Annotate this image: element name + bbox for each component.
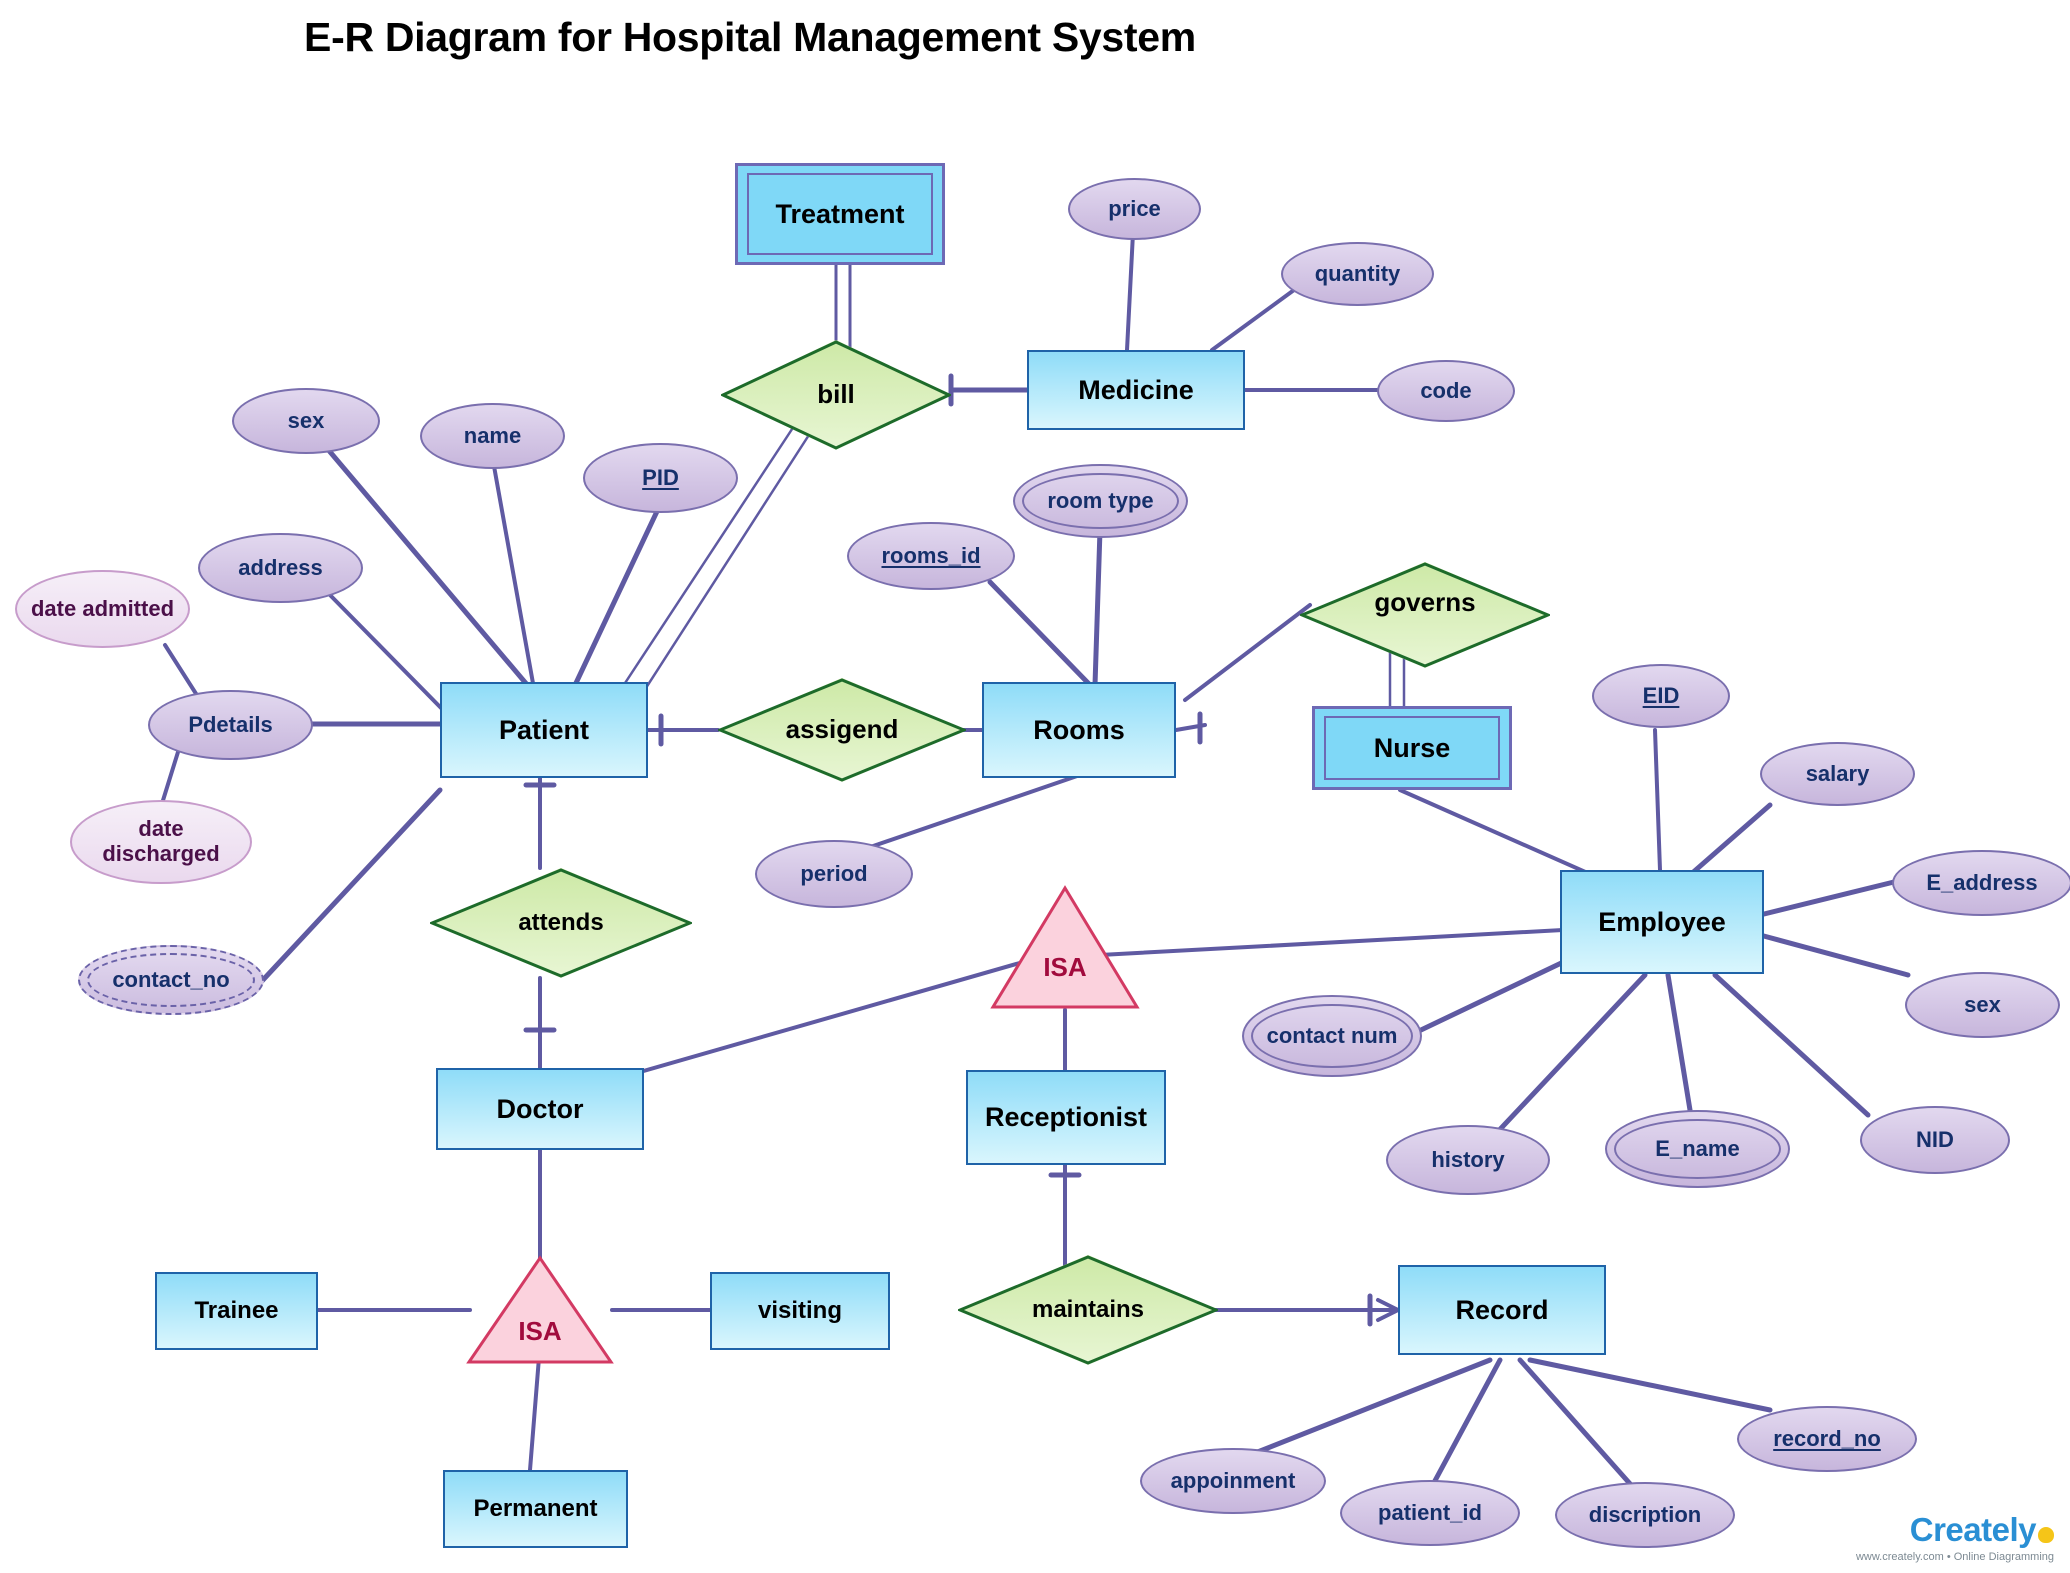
attribute-rooms-id-label: rooms_id bbox=[881, 542, 981, 568]
attribute-record-no[interactable]: record_no bbox=[1737, 1406, 1917, 1472]
entity-employee-label: Employee bbox=[1598, 906, 1726, 937]
attribute-discription-label: discription bbox=[1588, 1501, 1702, 1527]
attribute-salary[interactable]: salary bbox=[1760, 742, 1915, 806]
attribute-room-type[interactable]: room type bbox=[1013, 464, 1188, 538]
attribute-price[interactable]: price bbox=[1068, 178, 1201, 240]
relationship-governs[interactable]: governs bbox=[1300, 562, 1550, 668]
entity-visiting-label: visiting bbox=[757, 1297, 842, 1324]
entity-trainee-label: Trainee bbox=[194, 1297, 279, 1324]
relationship-maintains[interactable]: maintains bbox=[958, 1255, 1218, 1365]
attribute-address[interactable]: address bbox=[198, 533, 363, 603]
attribute-date-admitted-label: date admitted bbox=[30, 595, 175, 621]
attribute-rooms-id[interactable]: rooms_id bbox=[847, 522, 1015, 590]
lightbulb-icon bbox=[2038, 1527, 2054, 1543]
attribute-pid-label: PID bbox=[642, 464, 679, 490]
attribute-salary-label: salary bbox=[1805, 760, 1870, 786]
entity-record[interactable]: Record bbox=[1398, 1265, 1606, 1355]
relationship-bill[interactable]: bill bbox=[721, 340, 951, 450]
entity-treatment[interactable]: Treatment bbox=[735, 163, 945, 265]
attribute-sex-employee[interactable]: sex bbox=[1905, 972, 2060, 1038]
entity-medicine-label: Medicine bbox=[1078, 374, 1194, 405]
attribute-e-address-label: E_address bbox=[1926, 869, 2038, 895]
relationship-assigend-label: assigend bbox=[785, 714, 899, 745]
attribute-nid-label: NID bbox=[1916, 1126, 1954, 1152]
entity-permanent[interactable]: Permanent bbox=[443, 1470, 628, 1548]
attribute-patient-id-label: patient_id bbox=[1378, 1499, 1482, 1525]
entity-permanent-label: Permanent bbox=[473, 1495, 598, 1522]
attribute-name[interactable]: name bbox=[420, 403, 565, 469]
attribute-date-discharged[interactable]: date discharged bbox=[70, 800, 252, 884]
attribute-pdetails[interactable]: Pdetails bbox=[148, 690, 313, 760]
attribute-room-type-label: room type bbox=[1047, 487, 1154, 513]
attribute-record-no-label: record_no bbox=[1773, 1425, 1881, 1451]
entity-rooms[interactable]: Rooms bbox=[982, 682, 1176, 778]
page-title: E-R Diagram for Hospital Management Syst… bbox=[304, 14, 1196, 60]
attribute-period-label: period bbox=[800, 860, 868, 886]
entity-record-label: Record bbox=[1455, 1294, 1549, 1325]
relationship-attends-label: attends bbox=[518, 909, 604, 937]
attribute-quantity[interactable]: quantity bbox=[1281, 242, 1434, 306]
attribute-quantity-label: quantity bbox=[1314, 260, 1401, 286]
isa-doctor[interactable]: ISA bbox=[466, 1255, 614, 1365]
attribute-patient-id[interactable]: patient_id bbox=[1340, 1480, 1520, 1546]
relationship-governs-label: governs bbox=[1374, 587, 1476, 618]
attribute-history[interactable]: history bbox=[1386, 1125, 1550, 1195]
attribute-sex-employee-label: sex bbox=[1964, 991, 2001, 1017]
entity-patient[interactable]: Patient bbox=[440, 682, 648, 778]
attribute-date-admitted[interactable]: date admitted bbox=[15, 570, 190, 648]
relationship-assigend[interactable]: assigend bbox=[718, 678, 966, 782]
attribute-e-name-label: E_name bbox=[1655, 1135, 1740, 1161]
entity-nurse-label: Nurse bbox=[1373, 732, 1451, 763]
relationship-attends[interactable]: attends bbox=[430, 868, 692, 978]
attribute-pdetails-label: Pdetails bbox=[188, 711, 273, 737]
attribute-address-label: address bbox=[238, 554, 323, 580]
attribute-contact-no[interactable]: contact_no bbox=[78, 945, 264, 1015]
entity-patient-label: Patient bbox=[498, 714, 590, 745]
attribute-date-discharged-label: date discharged bbox=[102, 816, 220, 866]
isa-receptionist-triangle bbox=[990, 885, 1140, 1009]
attribute-period[interactable]: period bbox=[755, 840, 913, 908]
attribute-code-label: code bbox=[1420, 377, 1472, 403]
attribute-sex-patient-label: sex bbox=[287, 407, 325, 433]
entity-doctor-label: Doctor bbox=[496, 1093, 584, 1124]
entity-rooms-label: Rooms bbox=[1033, 714, 1125, 745]
attribute-code[interactable]: code bbox=[1377, 360, 1515, 422]
attribute-nid[interactable]: NID bbox=[1860, 1106, 2010, 1174]
attribute-appoinment[interactable]: appoinment bbox=[1140, 1448, 1326, 1514]
brand-tagline: www.creately.com • Online Diagramming bbox=[1855, 1551, 2054, 1563]
attribute-e-address[interactable]: E_address bbox=[1892, 850, 2070, 916]
attribute-appoinment-label: appoinment bbox=[1170, 1467, 1296, 1493]
creately-watermark[interactable]: Creately www.creately.com • Online Diagr… bbox=[1856, 1511, 2054, 1563]
isa-doctor-label: ISA bbox=[518, 1316, 562, 1347]
attribute-contact-no-label: contact_no bbox=[112, 966, 230, 992]
brand-name: Creately bbox=[1909, 1511, 2037, 1548]
entity-employee[interactable]: Employee bbox=[1560, 870, 1764, 974]
entity-receptionist-label: Receptionist bbox=[984, 1102, 1148, 1132]
attribute-pid[interactable]: PID bbox=[583, 443, 738, 513]
attribute-e-name[interactable]: E_name bbox=[1605, 1110, 1790, 1188]
entity-trainee[interactable]: Trainee bbox=[155, 1272, 318, 1350]
relationship-maintains-label: maintains bbox=[1031, 1296, 1145, 1324]
er-diagram-canvas: E-R Diagram for Hospital Management Syst… bbox=[0, 0, 2070, 1573]
relationship-bill-label: bill bbox=[817, 379, 855, 410]
entity-doctor[interactable]: Doctor bbox=[436, 1068, 644, 1150]
attribute-discription[interactable]: discription bbox=[1555, 1482, 1735, 1548]
entity-medicine[interactable]: Medicine bbox=[1027, 350, 1245, 430]
attribute-history-label: history bbox=[1431, 1146, 1505, 1172]
entity-nurse[interactable]: Nurse bbox=[1312, 706, 1512, 790]
isa-doctor-triangle bbox=[466, 1255, 614, 1364]
attribute-contact-num[interactable]: contact num bbox=[1242, 995, 1422, 1077]
entity-treatment-label: Treatment bbox=[775, 198, 905, 229]
attribute-price-label: price bbox=[1108, 195, 1161, 221]
attribute-name-label: name bbox=[463, 422, 522, 448]
entity-receptionist[interactable]: Receptionist bbox=[966, 1070, 1166, 1165]
attribute-sex-patient[interactable]: sex bbox=[232, 388, 380, 454]
attribute-eid-label: EID bbox=[1642, 682, 1680, 708]
entity-visiting[interactable]: visiting bbox=[710, 1272, 890, 1350]
isa-receptionist-label: ISA bbox=[1043, 951, 1087, 982]
attribute-eid[interactable]: EID bbox=[1592, 664, 1730, 728]
isa-receptionist[interactable]: ISA bbox=[990, 885, 1140, 1010]
attribute-contact-num-label: contact num bbox=[1266, 1022, 1398, 1048]
